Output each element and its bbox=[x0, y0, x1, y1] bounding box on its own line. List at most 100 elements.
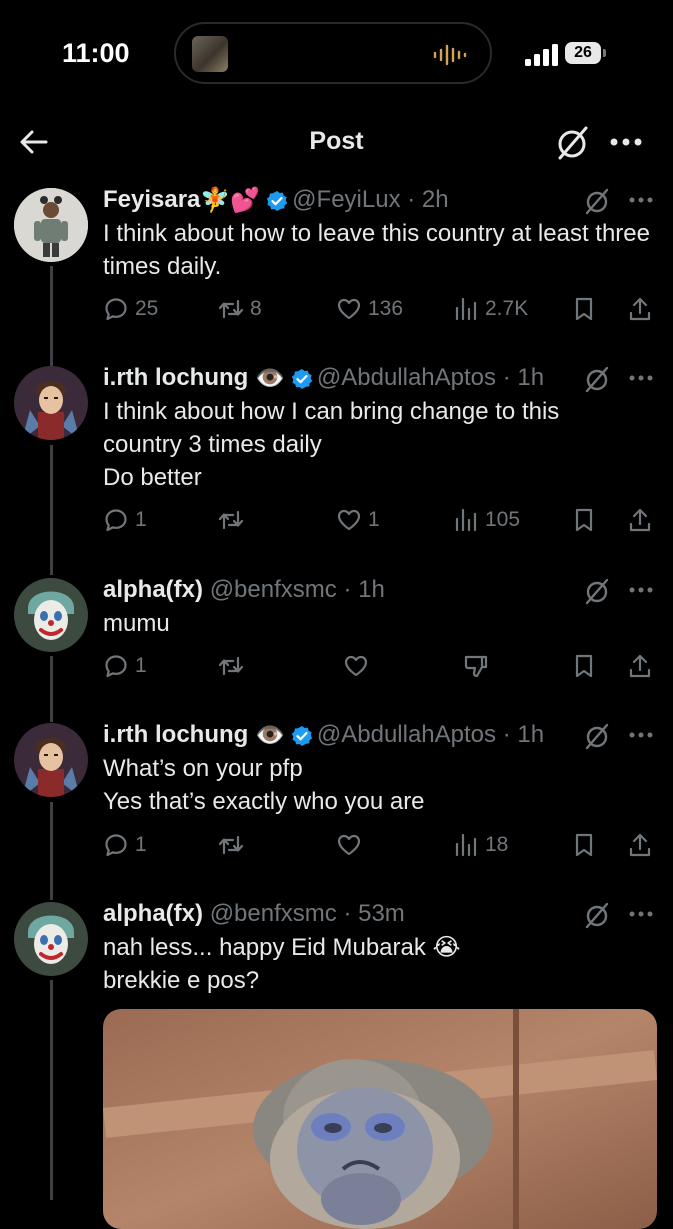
tweet-actions: 25 8 136 2.7K bbox=[103, 294, 663, 324]
share-icon bbox=[629, 508, 651, 532]
timestamp: · 1h bbox=[343, 576, 385, 603]
views-button[interactable]: 2.7K bbox=[453, 294, 528, 324]
grok-icon[interactable] bbox=[582, 186, 612, 216]
tweet-text: nah less... happy Eid Mubarak 😭 brekkie … bbox=[103, 934, 461, 994]
views-icon bbox=[455, 508, 477, 532]
views-button[interactable]: 105 bbox=[453, 505, 520, 535]
status-bar: 11:00 26 bbox=[0, 0, 673, 108]
like-count: 136 bbox=[368, 297, 404, 320]
bookmark-icon bbox=[575, 297, 593, 321]
avatar-illustration bbox=[14, 578, 88, 652]
reply-count: 1 bbox=[135, 833, 147, 856]
more-icon[interactable] bbox=[628, 584, 654, 596]
status-time: 11:00 bbox=[62, 38, 130, 68]
repost-button[interactable] bbox=[218, 505, 250, 535]
tweet-text: I think about how I can bring change to … bbox=[103, 398, 560, 491]
battery-cap bbox=[603, 49, 606, 57]
tweet-actions: 1 bbox=[103, 651, 663, 681]
grok-icon[interactable] bbox=[553, 124, 591, 162]
timestamp: · 53m bbox=[343, 900, 405, 927]
reply-count: 1 bbox=[135, 654, 147, 677]
more-icon[interactable] bbox=[608, 132, 644, 152]
handle[interactable]: @AbdullahAptos bbox=[317, 364, 496, 391]
repost-icon bbox=[218, 510, 244, 530]
repost-icon bbox=[218, 299, 244, 319]
reply-icon bbox=[105, 655, 127, 678]
repost-button[interactable]: 8 bbox=[218, 294, 262, 324]
thread-connector bbox=[50, 980, 53, 1200]
grok-icon[interactable] bbox=[582, 576, 612, 606]
reply-button[interactable]: 1 bbox=[103, 651, 147, 681]
display-name[interactable]: i.rth lochung bbox=[103, 364, 248, 391]
like-icon bbox=[337, 298, 361, 320]
now-playing-artwork bbox=[192, 36, 228, 72]
views-icon bbox=[455, 297, 477, 321]
bookmark-button[interactable] bbox=[571, 830, 597, 860]
reply-button[interactable]: 25 bbox=[103, 294, 158, 324]
like-icon bbox=[344, 655, 368, 677]
avatar[interactable] bbox=[14, 366, 88, 440]
tweet-image[interactable] bbox=[103, 1009, 657, 1229]
repost-button[interactable] bbox=[218, 651, 250, 681]
verified-badge-icon bbox=[291, 725, 313, 746]
audio-waveform-icon bbox=[433, 44, 467, 66]
like-button[interactable]: 136 bbox=[336, 294, 403, 324]
tweet-actions: 1 18 bbox=[103, 830, 663, 860]
view-count: 2.7K bbox=[485, 297, 529, 320]
share-button[interactable] bbox=[627, 830, 653, 860]
display-name[interactable]: Feyisara bbox=[103, 186, 200, 213]
handle[interactable]: @AbdullahAptos bbox=[317, 721, 496, 748]
bookmark-button[interactable] bbox=[571, 651, 597, 681]
views-button[interactable]: 18 bbox=[453, 830, 508, 860]
display-name[interactable]: alpha(fx) bbox=[103, 900, 203, 927]
avatar[interactable] bbox=[14, 902, 88, 976]
dynamic-island[interactable] bbox=[174, 22, 492, 84]
more-icon[interactable] bbox=[628, 908, 654, 920]
dislike-button[interactable] bbox=[463, 651, 489, 681]
post-header: Post bbox=[0, 108, 673, 172]
tweet-header: alpha(fx) @benfxsmc · 1h bbox=[103, 574, 385, 606]
share-button[interactable] bbox=[627, 505, 653, 535]
display-name[interactable]: alpha(fx) bbox=[103, 576, 203, 603]
view-count: 18 bbox=[485, 833, 509, 856]
handle[interactable]: @benfxsmc bbox=[210, 576, 337, 603]
share-icon bbox=[629, 654, 651, 678]
tweet-header: i.rth lochung 👁️ @AbdullahAptos · 1h bbox=[103, 362, 544, 394]
handle[interactable]: @FeyiLux bbox=[292, 186, 400, 213]
share-button[interactable] bbox=[627, 294, 653, 324]
like-button[interactable] bbox=[336, 830, 368, 860]
reply-count: 1 bbox=[135, 508, 147, 531]
cellular-signal-icon bbox=[525, 44, 558, 66]
grok-icon[interactable] bbox=[582, 721, 612, 751]
handle[interactable]: @benfxsmc bbox=[210, 900, 337, 927]
more-icon[interactable] bbox=[628, 729, 654, 741]
timestamp: · 1h bbox=[502, 721, 545, 748]
bookmark-button[interactable] bbox=[571, 505, 597, 535]
avatar[interactable] bbox=[14, 188, 88, 262]
avatar[interactable] bbox=[14, 578, 88, 652]
display-name[interactable]: i.rth lochung bbox=[103, 721, 248, 748]
reply-icon bbox=[105, 298, 127, 321]
like-button[interactable] bbox=[343, 651, 375, 681]
bookmark-button[interactable] bbox=[571, 294, 597, 324]
tweet-text: I think about how to leave this country … bbox=[103, 220, 650, 280]
reply-button[interactable]: 1 bbox=[103, 830, 147, 860]
like-button[interactable]: 1 bbox=[336, 505, 380, 535]
repost-button[interactable] bbox=[218, 830, 250, 860]
grok-icon[interactable] bbox=[582, 364, 612, 394]
reply-count: 25 bbox=[135, 297, 159, 320]
avatar[interactable] bbox=[14, 723, 88, 797]
share-button[interactable] bbox=[627, 651, 653, 681]
grok-icon[interactable] bbox=[582, 900, 612, 930]
tweet-text: What’s on your pfp Yes that’s exactly wh… bbox=[103, 755, 425, 815]
bookmark-icon bbox=[575, 508, 593, 532]
verified-badge-icon bbox=[291, 368, 313, 389]
like-icon bbox=[337, 834, 361, 856]
more-icon[interactable] bbox=[628, 194, 654, 206]
verified-badge-icon bbox=[266, 190, 288, 211]
reply-button[interactable]: 1 bbox=[103, 505, 147, 535]
share-icon bbox=[629, 833, 651, 857]
repost-icon bbox=[218, 835, 244, 855]
avatar-illustration bbox=[14, 902, 88, 976]
more-icon[interactable] bbox=[628, 372, 654, 384]
